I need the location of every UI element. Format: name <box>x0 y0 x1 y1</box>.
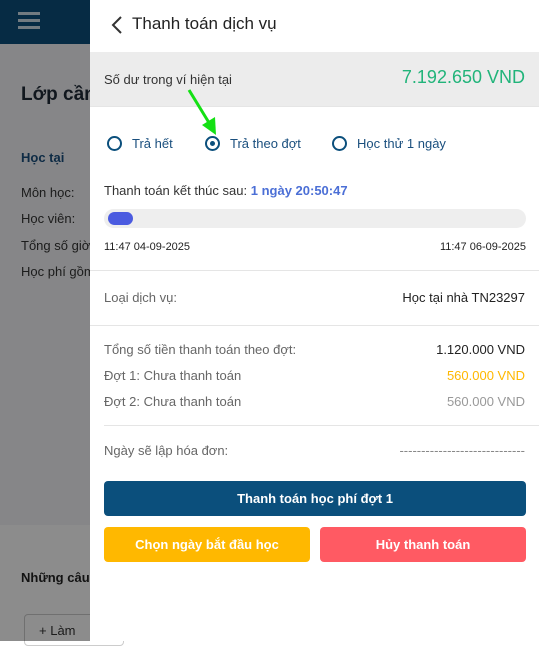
total-label: Tổng số tiền thanh toán theo đợt: <box>104 342 297 357</box>
option-pay-full[interactable]: Trả hết <box>107 131 173 155</box>
countdown-text: Thanh toán kết thúc sau: 1 ngày 20:50:47 <box>104 183 348 198</box>
panel-title: Thanh toán dịch vụ <box>132 14 277 33</box>
divider <box>90 270 539 271</box>
option-label: Học thử 1 ngày <box>357 135 446 151</box>
invoice-label: Ngày sẽ lập hóa đơn: <box>104 443 229 458</box>
balance-label: Số dư trong ví hiện tại <box>104 72 232 87</box>
balance-value: 7.192.650 VND <box>401 67 525 87</box>
option-label: Trả hết <box>132 135 173 151</box>
option-label: Trả theo đợt <box>230 135 301 151</box>
end-time: 11:47 06-09-2025 <box>439 241 526 253</box>
pointer-arrow-icon <box>187 89 216 135</box>
divider <box>104 425 539 426</box>
service-label: Loại dịch vụ: <box>104 290 177 305</box>
phase1-value: 560.000 VND <box>446 368 525 383</box>
phase1-label: Đợt 1: Chưa thanh toán <box>104 368 242 383</box>
progress-fill <box>108 212 133 225</box>
countdown-label: Thanh toán kết thúc sau: <box>104 183 248 198</box>
pay-installment-button[interactable]: Thanh toán học phí đợt 1 <box>104 481 526 516</box>
divider <box>90 325 539 326</box>
divider <box>90 106 539 107</box>
option-trial-day[interactable]: Học thử 1 ngày <box>332 131 446 155</box>
choose-start-date-button[interactable]: Chọn ngày bắt đầu học <box>104 527 310 562</box>
phase2-value: 560.000 VND <box>446 394 525 409</box>
back-arrow-icon[interactable] <box>108 14 128 36</box>
invoice-value: ----------------------------- <box>399 443 525 458</box>
countdown-value: 1 ngày 20:50:47 <box>250 183 348 198</box>
phase2-label: Đợt 2: Chưa thanh toán <box>104 394 242 409</box>
start-time: 11:47 04-09-2025 <box>104 241 191 253</box>
payment-progress-bar <box>104 209 526 228</box>
radio-icon[interactable] <box>332 135 347 151</box>
cancel-payment-button[interactable]: Hủy thanh toán <box>320 527 526 562</box>
panel-header: Thanh toán dịch vụ <box>90 0 539 50</box>
total-value: 1.120.000 VND <box>436 342 525 357</box>
radio-icon[interactable] <box>107 135 122 151</box>
service-value: Học tại nhà TN23297 <box>402 290 525 305</box>
payment-panel: Thanh toán dịch vụ Số dư trong ví hiện t… <box>90 0 539 641</box>
wallet-balance: Số dư trong ví hiện tại 7.192.650 VND <box>90 52 539 106</box>
